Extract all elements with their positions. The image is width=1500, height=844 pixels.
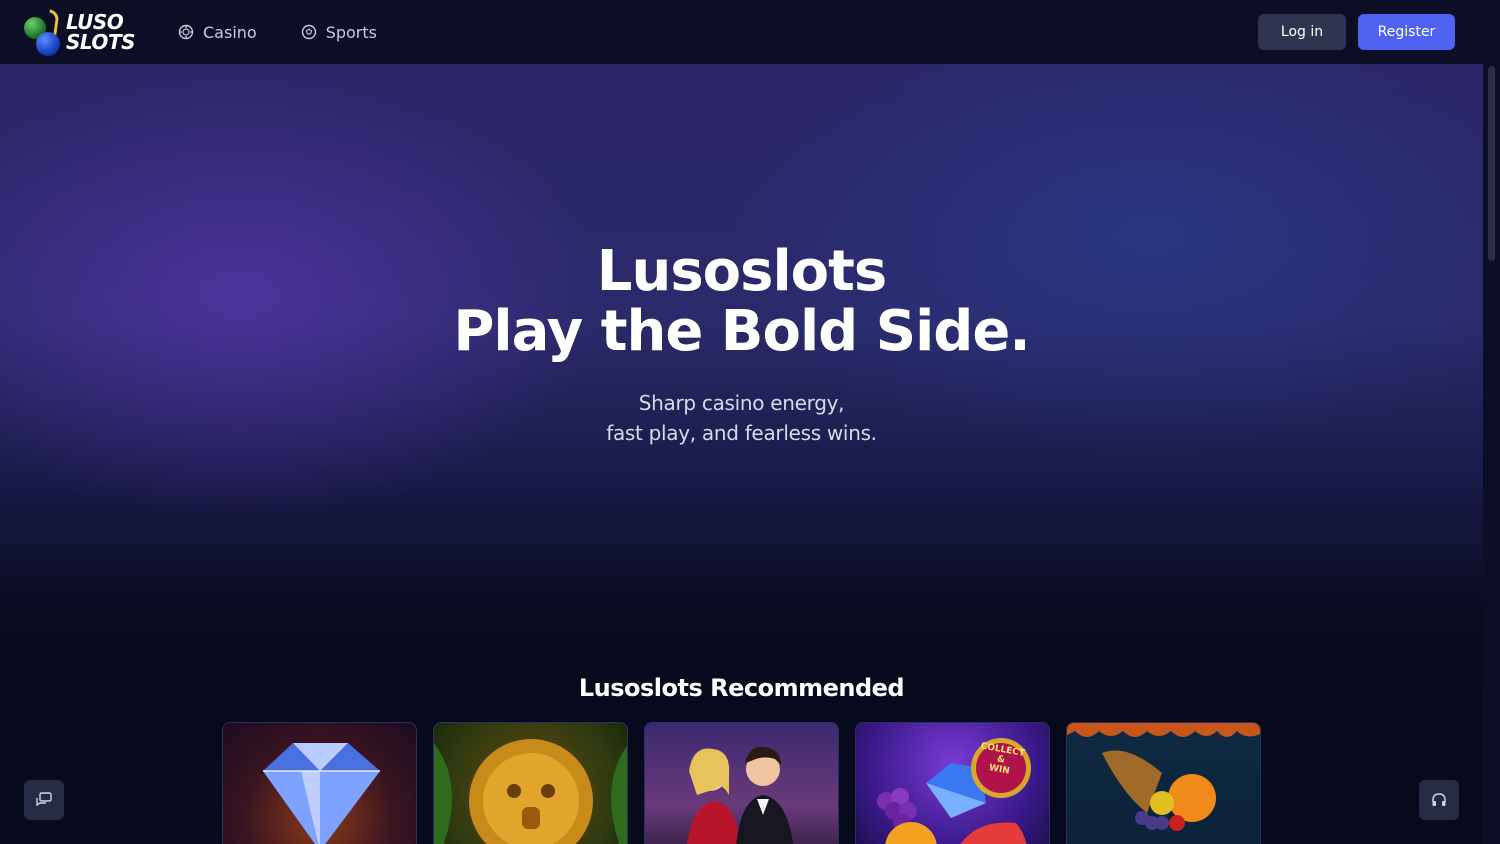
chat-icon [36, 792, 52, 807]
game-card[interactable]: COLLECT & WIN [855, 722, 1050, 844]
nav-casino[interactable]: Casino [178, 23, 257, 42]
headset-icon [1432, 793, 1446, 806]
hero-subtitle-line1: Sharp casino energy, [638, 391, 845, 415]
recommended-title: Lusoslots Recommended [578, 674, 905, 702]
fruits-icon [877, 738, 1031, 844]
logo-balls-icon [22, 6, 64, 58]
hero-subtitle: Sharp casino energy, fast play, and fear… [0, 388, 1483, 448]
soccer-ball-icon [301, 24, 317, 40]
casino-chip-icon [178, 24, 194, 40]
game-card[interactable] [1066, 722, 1261, 844]
nav-casino-label: Casino [203, 22, 257, 42]
hero-title: Lusoslots Play the Bold Side. [0, 242, 1483, 362]
couple-icon [687, 746, 794, 844]
login-button[interactable]: Log in [1258, 14, 1346, 50]
hero-subtitle-line2: fast play, and fearless wins. [606, 421, 877, 445]
aztec-mask-icon [434, 739, 627, 844]
support-button[interactable] [1419, 780, 1459, 820]
game-card[interactable] [222, 722, 417, 844]
diamond-icon [263, 743, 380, 844]
cornucopia-icon [1067, 723, 1260, 831]
game-card[interactable] [433, 722, 628, 844]
game-card[interactable] [644, 722, 839, 844]
hero-banner: Lusoslots Play the Bold Side. Sharp casi… [0, 64, 1483, 704]
logo-text: LUSO SLOTS [66, 10, 135, 54]
hero-title-line2: Play the Bold Side. [453, 299, 1030, 364]
top-bar: LUSO SLOTS Casino Sports Log in Register [0, 0, 1500, 64]
auth-buttons: Log in Register [1258, 14, 1455, 50]
nav-sports[interactable]: Sports [301, 23, 377, 42]
page-scrollbar[interactable] [1483, 64, 1500, 844]
hero-title-line1: Lusoslots [596, 239, 887, 304]
scrollbar-thumb[interactable] [1488, 66, 1495, 261]
recommended-games: COLLECT & WIN [222, 722, 1261, 844]
nav-sports-label: Sports [325, 22, 377, 42]
register-button[interactable]: Register [1358, 14, 1455, 50]
logo[interactable]: LUSO SLOTS [22, 6, 142, 58]
main-nav: Casino Sports [178, 0, 377, 64]
page: LUSO SLOTS Casino Sports Log in Register… [0, 0, 1500, 844]
chat-button[interactable] [24, 780, 64, 820]
